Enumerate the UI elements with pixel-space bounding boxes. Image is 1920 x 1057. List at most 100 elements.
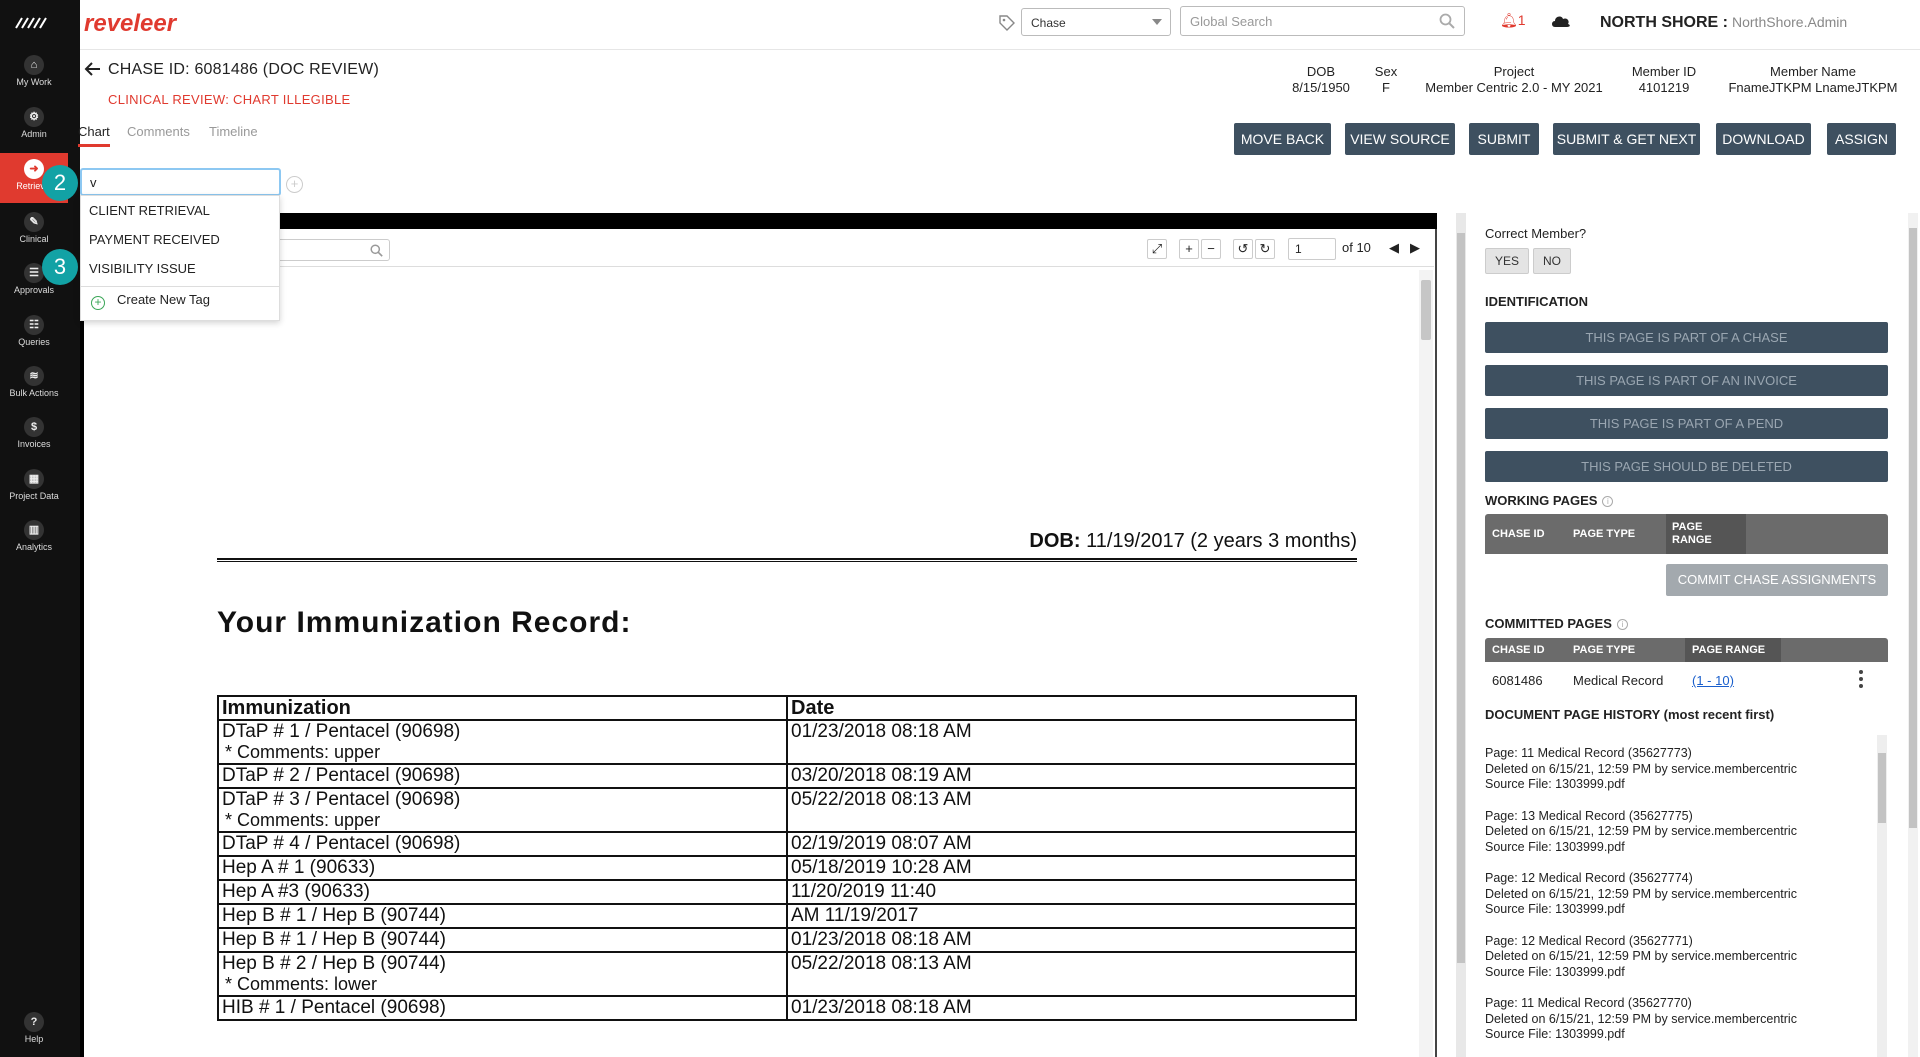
list-item: Page: 12 Medical Record (35627774) Delet… [1485, 871, 1797, 916]
dollar-icon: $ [24, 417, 44, 437]
page-range-link[interactable]: (1 - 10) [1692, 673, 1734, 688]
immunization-table: Immunization Date DTaP # 1 / Pentacel (9… [217, 695, 1357, 1021]
submit-get-next-button[interactable]: SUBMIT & GET NEXT [1553, 123, 1700, 155]
identification-heading: IDENTIFICATION [1485, 294, 1589, 309]
page-number-input[interactable]: 1 [1288, 238, 1336, 260]
plus-circle-icon: + [91, 296, 105, 310]
approvals-icon: ☰ [24, 263, 44, 283]
table-row: DTaP # 1 / Pentacel (90698) * Comments: u… [217, 719, 1357, 765]
bell-icon: 🔔︎ [1500, 12, 1518, 28]
info-icon: i [1616, 619, 1628, 630]
no-button[interactable]: NO [1533, 248, 1571, 274]
sidebar-nav: ⌂ My Work ⚙ Admin ➜ Retrieval ✎ Clinical… [0, 0, 80, 1057]
yes-button[interactable]: YES [1485, 248, 1529, 274]
project-data-icon: ▦ [24, 469, 44, 489]
viewer-scrollbar[interactable] [1419, 270, 1433, 1057]
add-tag-icon[interactable]: + [286, 176, 303, 193]
list-item: Page: 11 Medical Record (35627773) Delet… [1485, 746, 1797, 791]
notification-count: 1 [1517, 12, 1526, 28]
rotate-right-icon[interactable]: ↻ [1255, 239, 1275, 259]
retrieval-icon: ➜ [24, 159, 44, 179]
column-header: Date [786, 695, 1357, 721]
tag-dropdown: CLIENT RETRIEVAL PAYMENT RECEIVED VISIBI… [80, 195, 280, 321]
tag-option-payment-received[interactable]: PAYMENT RECEIVED [89, 232, 220, 247]
help-icon: ? [24, 1012, 44, 1032]
download-button[interactable]: DOWNLOAD [1716, 123, 1811, 155]
fullscreen-icon[interactable]: ⤢ [1147, 239, 1167, 259]
cloud-icon[interactable] [1550, 12, 1572, 30]
notifications-button[interactable]: 🔔︎1 [1500, 12, 1526, 29]
member-sex: Sex F [1374, 64, 1398, 95]
chevron-down-icon [1152, 19, 1162, 25]
member-project: Project Member Centric 2.0 - MY 2021 [1425, 64, 1603, 95]
table-row: DTaP # 3 / Pentacel (90698) * Comments: u… [217, 787, 1357, 833]
part-of-chase-button[interactable]: THIS PAGE IS PART OF A CHASE [1485, 322, 1888, 353]
sidebar-item-bulk-actions[interactable]: ≋ Bulk Actions [0, 366, 68, 416]
table-header-row: Immunization Date [217, 695, 1357, 721]
committed-pages-grid-header: CHASE ID PAGE TYPE PAGE RANGE [1485, 638, 1888, 662]
page-scrollbar[interactable] [1908, 213, 1918, 1057]
table-row: HIB # 1 / Pentacel (90698) 01/23/2018 08:… [217, 995, 1357, 1021]
document-title: Your Immunization Record: [217, 606, 632, 639]
tag-icon[interactable] [998, 14, 1016, 32]
list-item: Page: 12 Medical Record (35627771) Delet… [1485, 933, 1797, 979]
rotate-left-icon[interactable]: ↺ [1233, 239, 1253, 259]
commit-chase-assignments-button[interactable]: COMMIT CHASE ASSIGNMENTS [1666, 564, 1888, 596]
brand-logo: reveleer [84, 10, 177, 37]
sidebar-item-analytics[interactable]: ▥ Analytics [0, 520, 68, 570]
queries-icon: ☷ [24, 315, 44, 335]
list-item: Page: 11 Medical Record (35627770) Delet… [1485, 996, 1797, 1041]
sidebar-item-invoices[interactable]: $ Invoices [0, 417, 68, 467]
committed-pages-heading: COMMITTED PAGES i [1485, 616, 1628, 631]
step-badge: 3 [42, 249, 78, 285]
sidebar-item-help[interactable]: ? Help [0, 1012, 68, 1057]
list-item: Page: 13 Medical Record (35627775) Delet… [1485, 808, 1797, 854]
sidebar-item-my-work[interactable]: ⌂ My Work [0, 55, 68, 105]
app-logo-icon [15, 17, 47, 29]
table-row: DTaP # 4 / Pentacel (90698) 02/19/2019 08… [217, 831, 1357, 857]
action-buttons: MOVE BACK VIEW SOURCE SUBMIT SUBMIT & GE… [0, 123, 1920, 155]
sidebar-item-queries[interactable]: ☷ Queries [0, 315, 68, 365]
tag-search-input[interactable]: v [80, 168, 281, 196]
home-icon: ⌂ [24, 55, 44, 75]
layers-icon: ≋ [24, 366, 44, 386]
part-of-pend-button[interactable]: THIS PAGE IS PART OF A PEND [1485, 408, 1888, 439]
correct-member-question: Correct Member? [1485, 226, 1587, 241]
sidebar-item-project-data[interactable]: ▦ Project Data [0, 469, 68, 519]
panel-scrollbar[interactable] [1456, 213, 1466, 1057]
divider [217, 558, 1357, 562]
page-history-list: Page: 11 Medical Record (35627773) Delet… [1485, 746, 1875, 1057]
tag-option-client-retrieval[interactable]: CLIENT RETRIEVAL [89, 203, 210, 218]
review-status: CLINICAL REVIEW: CHART ILLEGIBLE [108, 92, 351, 107]
move-back-button[interactable]: MOVE BACK [1234, 123, 1331, 155]
table-row: Hep A # 1 (90633) 05/18/2019 10:28 AM [217, 855, 1357, 881]
history-scrollbar[interactable] [1877, 735, 1887, 1057]
part-of-invoice-button[interactable]: THIS PAGE IS PART OF AN INVOICE [1485, 365, 1888, 396]
history-heading: DOCUMENT PAGE HISTORY (most recent first… [1485, 707, 1775, 722]
working-pages-heading: WORKING PAGES i [1485, 493, 1614, 508]
tag-option-visibility-issue[interactable]: VISIBILITY ISSUE [89, 261, 196, 276]
search-icon[interactable] [1439, 13, 1455, 29]
table-row: Hep A #3 (90633) 11/20/2019 11:40 [217, 879, 1357, 905]
submit-button[interactable]: SUBMIT [1469, 123, 1539, 155]
member-id: Member ID 4101219 [1631, 64, 1697, 95]
organization-user[interactable]: NORTH SHORE : NorthShore.Admin [1600, 14, 1847, 32]
top-bar: reveleer Chase Global Search 🔔︎1 NORTH S… [80, 0, 1920, 50]
chase-type-select[interactable]: Chase [1021, 8, 1171, 36]
back-arrow-icon[interactable] [84, 60, 102, 78]
table-row: DTaP # 2 / Pentacel (90698) 03/20/2018 08… [217, 763, 1357, 789]
should-be-deleted-button[interactable]: THIS PAGE SHOULD BE DELETED [1485, 451, 1888, 482]
table-row: Hep B # 1 / Hep B (90744) 01/23/2018 08:1… [217, 927, 1357, 953]
view-source-button[interactable]: VIEW SOURCE [1345, 123, 1455, 155]
create-new-tag-button[interactable]: + Create New Tag [91, 292, 210, 310]
assign-button[interactable]: ASSIGN [1827, 123, 1896, 155]
zoom-in-icon[interactable]: + [1179, 239, 1199, 259]
global-search-input[interactable]: Global Search [1180, 6, 1465, 36]
divider [81, 286, 279, 287]
next-page-icon[interactable]: ▶ [1405, 239, 1425, 259]
page-count: of 10 [1342, 240, 1371, 255]
more-options-icon[interactable] [1859, 670, 1863, 690]
prev-page-icon[interactable]: ◀ [1384, 239, 1404, 259]
working-pages-grid-header: CHASE ID PAGE TYPE PAGE RANGE [1485, 514, 1888, 554]
zoom-out-icon[interactable]: − [1201, 239, 1221, 259]
